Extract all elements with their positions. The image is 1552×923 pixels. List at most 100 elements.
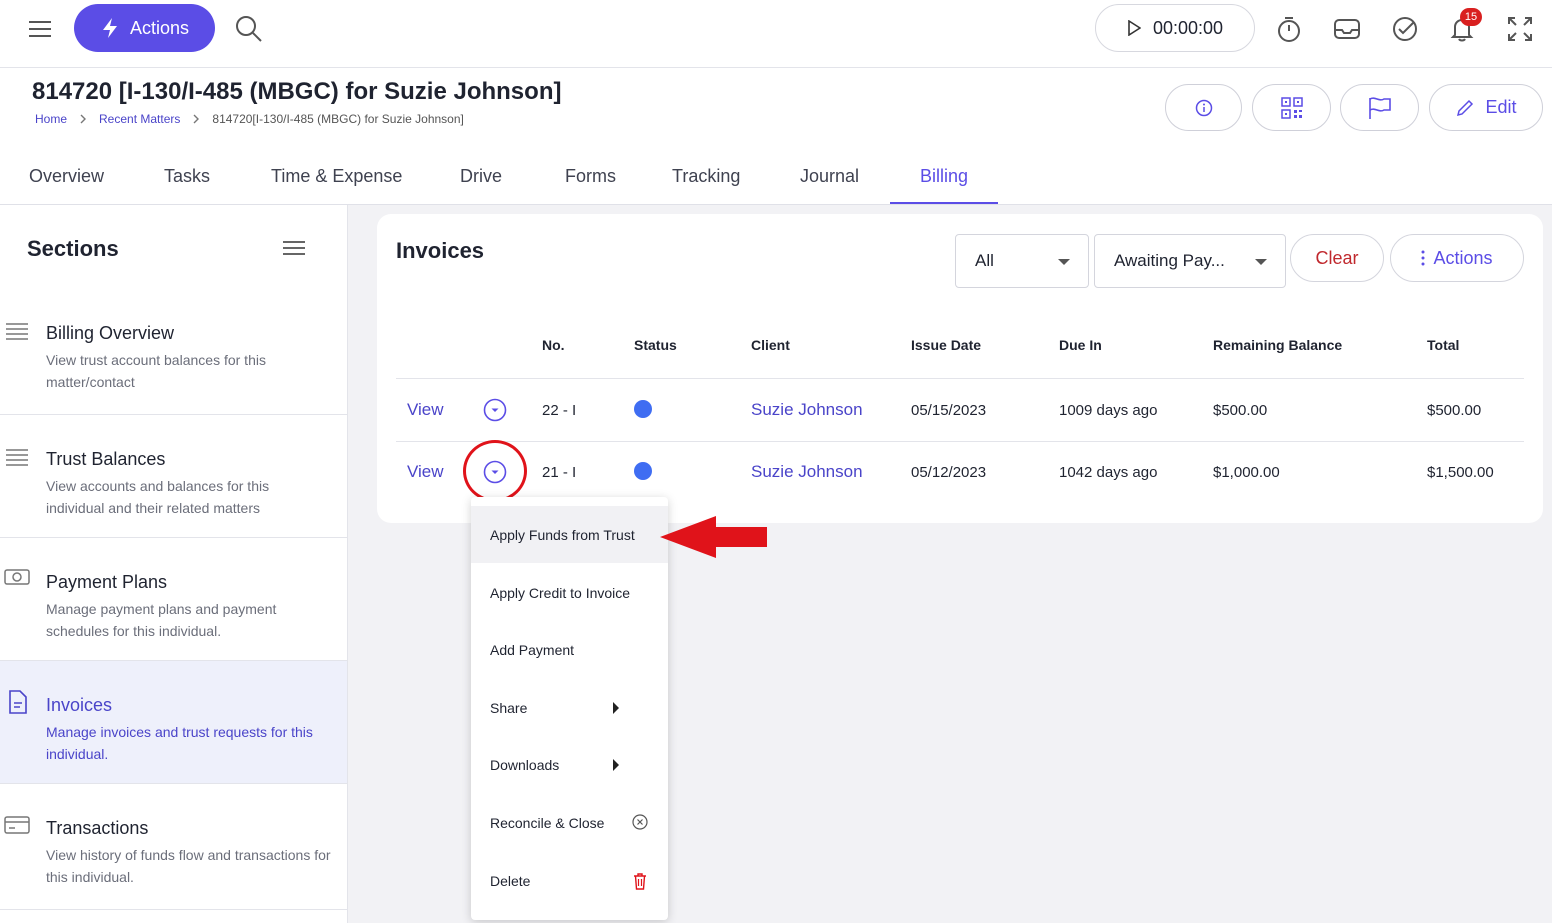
flag-button[interactable] <box>1340 84 1419 131</box>
annotation-arrow <box>660 514 770 560</box>
tab-drive[interactable]: Drive <box>460 166 502 187</box>
tab-tracking[interactable]: Tracking <box>672 166 740 187</box>
menu-icon[interactable] <box>282 238 306 258</box>
column-header-remaining-balance[interactable]: Remaining Balance <box>1213 337 1342 353</box>
tab-forms[interactable]: Forms <box>565 166 616 187</box>
invoice-status-value: Awaiting Pay... <box>1114 251 1225 270</box>
column-header-client[interactable]: Client <box>751 337 790 353</box>
client-link[interactable]: Suzie Johnson <box>751 400 863 420</box>
sidebar-item-desc: Manage payment plans and payment schedul… <box>46 601 277 639</box>
menu-item-label: Downloads <box>490 756 560 773</box>
sidebar-item-desc: View trust account balances for this mat… <box>46 352 266 390</box>
info-button[interactable] <box>1165 84 1242 131</box>
sidebar-item-trust-balances[interactable]: Trust Balances View accounts and balance… <box>0 415 347 538</box>
check-circle-icon[interactable] <box>1390 14 1420 44</box>
tab-overview[interactable]: Overview <box>29 166 104 187</box>
invoice-status-select[interactable]: Awaiting Pay... <box>1094 234 1286 288</box>
status-indicator <box>634 400 652 418</box>
flag-icon <box>1367 96 1393 120</box>
divider <box>396 441 1524 442</box>
menu-item-apply-funds-from-trust[interactable]: Apply Funds from Trust <box>471 506 668 563</box>
sidebar-item-billing-overview[interactable]: Billing Overview View trust account bala… <box>0 289 347 415</box>
tab-journal[interactable]: Journal <box>800 166 859 187</box>
credit-card-icon <box>4 812 30 838</box>
sidebar-item-payment-plans[interactable]: Payment Plans Manage payment plans and p… <box>0 538 347 661</box>
column-header-total[interactable]: Total <box>1427 337 1459 353</box>
actions-button[interactable]: Actions <box>74 4 215 52</box>
timer-button[interactable]: 00:00:00 <box>1095 4 1255 52</box>
sidebar-item-title: Invoices <box>46 695 113 715</box>
document-icon <box>4 689 30 715</box>
row-actions-menu: Apply Funds from Trust Apply Credit to I… <box>471 497 668 920</box>
view-link[interactable]: View <box>407 400 444 420</box>
qr-code-icon <box>1280 96 1304 120</box>
due-in: 1042 days ago <box>1059 464 1158 481</box>
column-header-status[interactable]: Status <box>634 337 677 353</box>
total: $500.00 <box>1427 402 1482 419</box>
remaining-balance: $500.00 <box>1213 402 1268 419</box>
view-link[interactable]: View <box>407 462 444 482</box>
invoices-title: Invoices <box>396 238 485 263</box>
column-header-issue-date[interactable]: Issue Date <box>911 337 981 353</box>
stopwatch-icon[interactable] <box>1274 14 1304 44</box>
clear-button[interactable]: Clear <box>1290 234 1384 282</box>
menu-item-apply-credit-to-invoice[interactable]: Apply Credit to Invoice <box>471 564 668 621</box>
chevron-down-circle-icon[interactable] <box>483 398 507 422</box>
issue-date: 05/15/2023 <box>911 402 987 419</box>
chevron-right-icon <box>190 113 202 125</box>
menu-item-add-payment[interactable]: Add Payment <box>471 621 668 678</box>
breadcrumb-current: 814720[I-130/I-485 (MBGC) for Suzie John… <box>212 112 464 126</box>
invoice-actions-label: Actions <box>1433 247 1493 268</box>
column-header-due-in[interactable]: Due In <box>1059 337 1102 353</box>
tab-tasks[interactable]: Tasks <box>164 166 210 187</box>
breadcrumb-recent-matters[interactable]: Recent Matters <box>99 112 180 126</box>
edit-button[interactable]: Edit <box>1429 84 1543 131</box>
caret-down-icon <box>1255 259 1267 265</box>
invoice-type-select[interactable]: All <box>955 234 1089 288</box>
fullscreen-icon[interactable] <box>1505 14 1535 44</box>
divider <box>396 378 1524 379</box>
remaining-balance: $1,000.00 <box>1213 464 1280 481</box>
menu-item-delete[interactable]: Delete <box>471 852 668 909</box>
sidebar-item-transactions[interactable]: Transactions View history of funds flow … <box>0 784 347 910</box>
inbox-icon[interactable] <box>1332 14 1362 44</box>
triangle-right-icon <box>608 757 624 773</box>
invoice-number: 22 - I <box>542 402 577 419</box>
sidebar-item-invoices[interactable]: Invoices Manage invoices and trust reque… <box>0 661 347 784</box>
pencil-icon <box>1455 98 1475 118</box>
sidebar-item-desc: View accounts and balances for this indi… <box>46 478 270 516</box>
menu-item-share[interactable]: Share <box>471 679 668 736</box>
breadcrumb-home[interactable]: Home <box>35 112 67 126</box>
menu-item-label: Reconcile & Close <box>490 814 605 831</box>
list-icon <box>4 319 30 345</box>
column-header-no[interactable]: No. <box>542 337 565 353</box>
edit-label: Edit <box>1485 97 1517 117</box>
menu-item-label: Apply Funds from Trust <box>490 526 635 543</box>
breadcrumb: Home Recent Matters 814720[I-130/I-485 (… <box>35 112 464 126</box>
chevron-right-icon <box>77 113 89 125</box>
clear-label: Clear <box>1315 247 1359 268</box>
invoice-actions-button[interactable]: Actions <box>1390 234 1524 282</box>
menu-icon[interactable] <box>28 17 54 41</box>
tab-time-expense[interactable]: Time & Expense <box>271 166 402 187</box>
client-link[interactable]: Suzie Johnson <box>751 462 863 482</box>
invoice-type-value: All <box>975 251 994 270</box>
sidebar-item-title: Transactions <box>46 818 149 838</box>
invoice-number: 21 - I <box>542 464 577 481</box>
menu-item-label: Apply Credit to Invoice <box>490 584 631 601</box>
tab-bar: Overview Tasks Time & Expense Drive Form… <box>0 150 1552 205</box>
menu-item-label: Share <box>490 699 528 716</box>
page-title: 814720 [I-130/I-485 (MBGC) for Suzie Joh… <box>32 78 562 105</box>
menu-item-reconcile-close[interactable]: Reconcile & Close <box>471 794 668 851</box>
search-icon[interactable] <box>234 14 264 44</box>
invoices-card: Invoices All Awaiting Pay... Clear Actio… <box>377 214 1543 523</box>
sidebar-item-title: Payment Plans <box>46 572 168 592</box>
play-icon <box>1127 20 1141 36</box>
triangle-right-icon <box>608 700 624 716</box>
menu-item-downloads[interactable]: Downloads <box>471 736 668 793</box>
qr-code-button[interactable] <box>1252 84 1331 131</box>
tab-billing[interactable]: Billing <box>920 166 968 187</box>
issue-date: 05/12/2023 <box>911 464 987 481</box>
list-icon <box>4 445 30 471</box>
status-indicator <box>634 462 652 480</box>
